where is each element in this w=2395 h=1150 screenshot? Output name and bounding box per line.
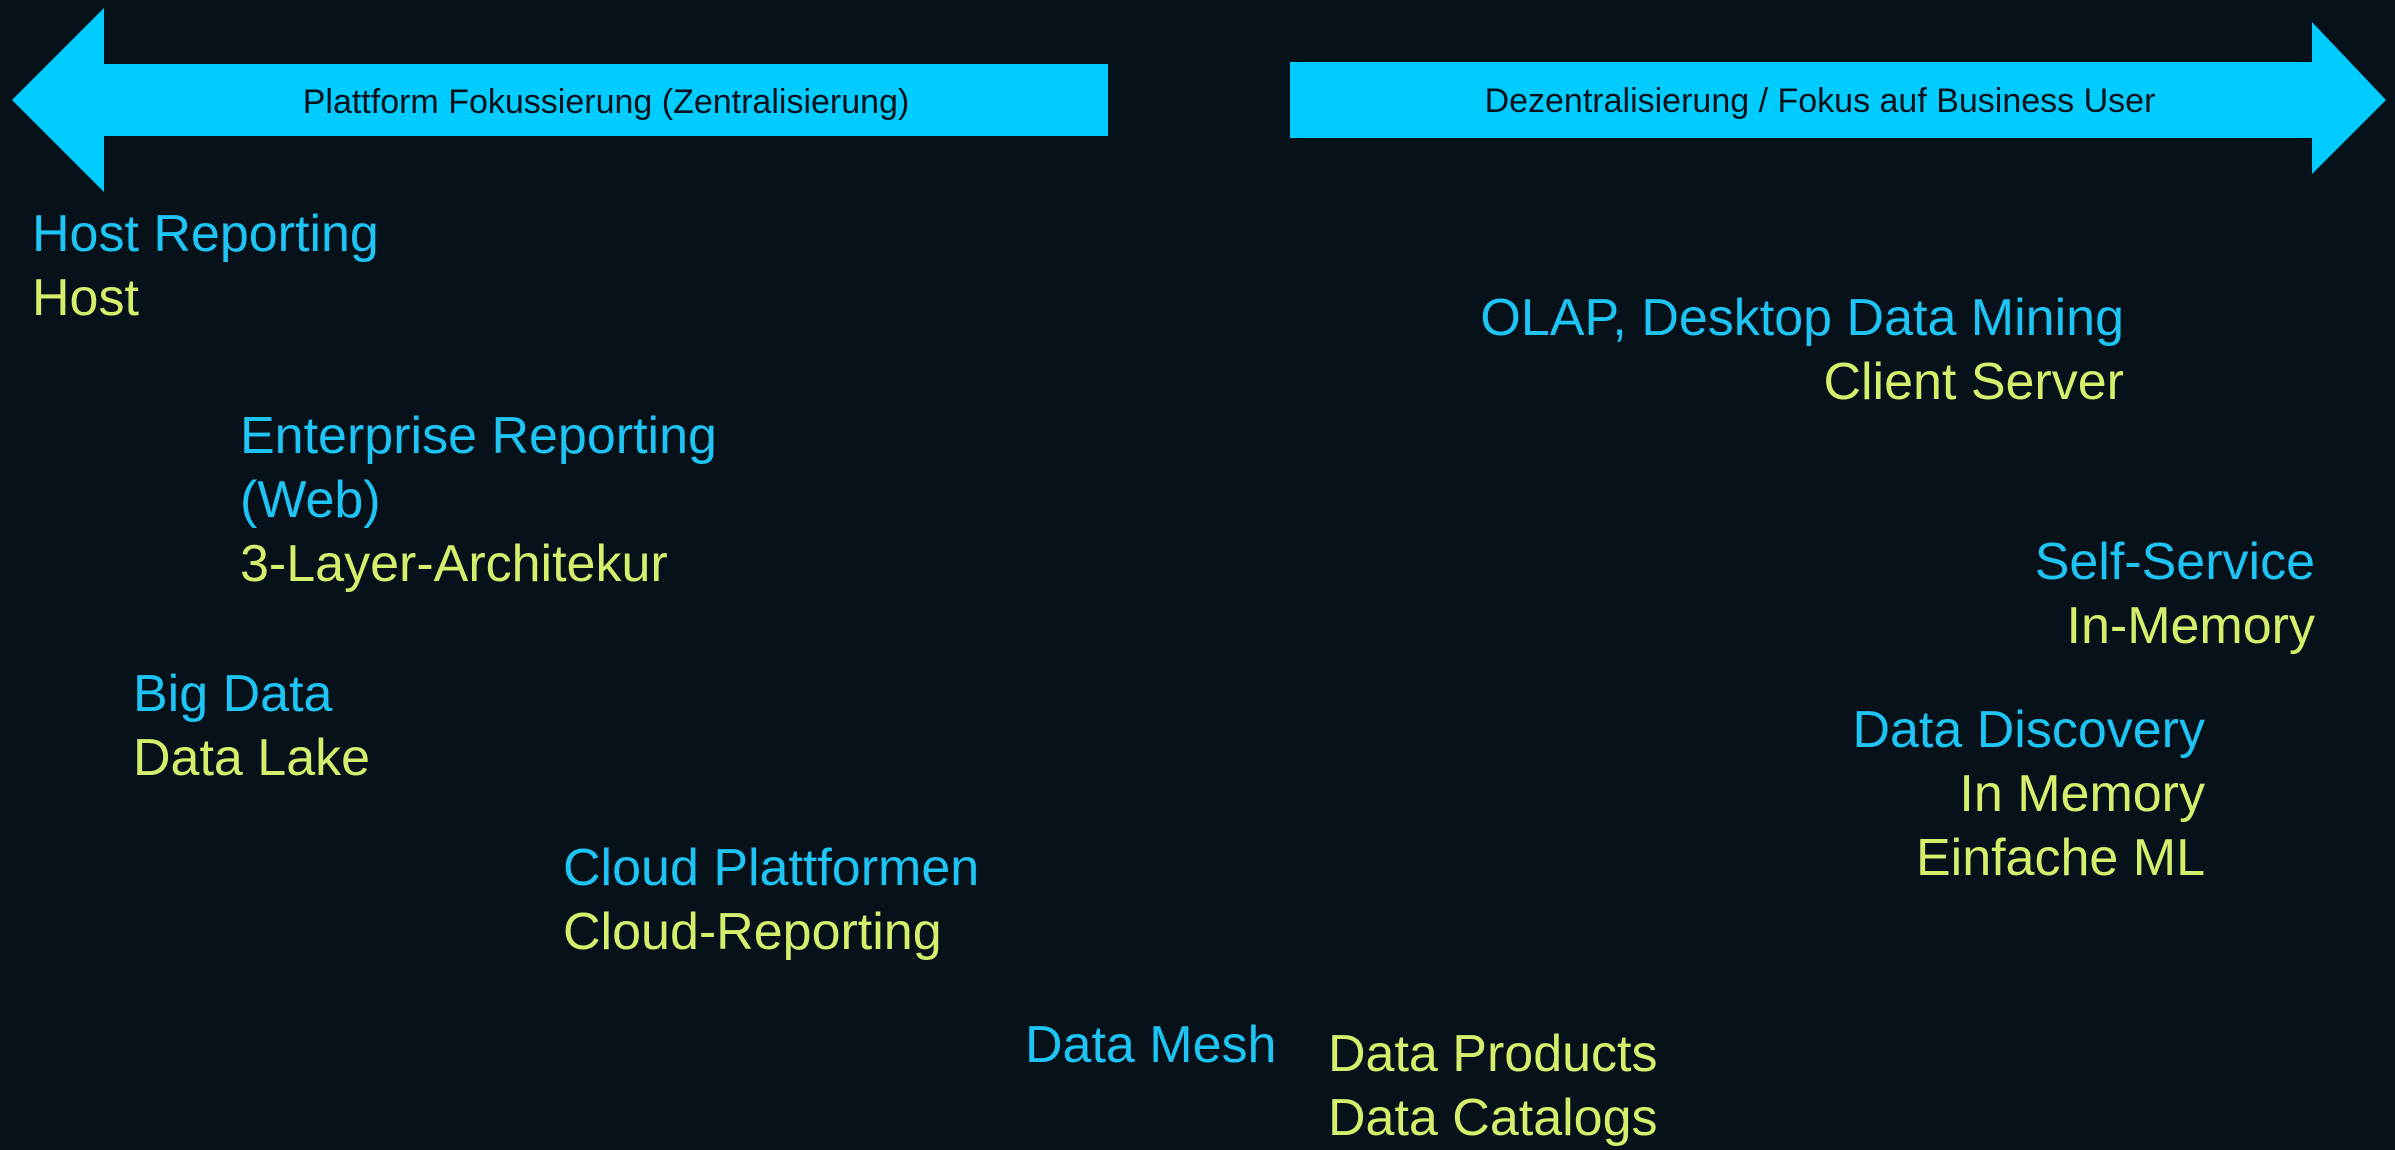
olap-sub: Client Server xyxy=(1823,353,2124,411)
data-mesh-products: Data Products Data Catalogs xyxy=(1328,1022,1658,1150)
enterprise-reporting-title-web: (Web) xyxy=(240,471,381,529)
self-service-title: Self-Service xyxy=(2034,533,2315,591)
data-mesh-title-text: Data Mesh xyxy=(1025,1016,1277,1074)
host-reporting-title: Host Reporting xyxy=(32,205,379,263)
self-service-sub: In-Memory xyxy=(2066,597,2315,655)
enterprise-reporting-title: Enterprise Reporting xyxy=(240,407,717,465)
data-products-text: Data Products xyxy=(1328,1025,1658,1083)
item-olap: OLAP, Desktop Data Mining Client Server xyxy=(1480,286,2124,414)
big-data-title: Big Data xyxy=(133,665,333,723)
left-arrow-label: Plattform Fokussierung (Zentralisierung) xyxy=(302,83,910,121)
data-mesh-title: Data Mesh xyxy=(1025,1013,1276,1077)
item-cloud-plattformen: Cloud Plattformen Cloud-Reporting xyxy=(563,836,979,964)
host-reporting-sub: Host xyxy=(32,269,139,327)
item-data-discovery: Data Discovery In Memory Einfache ML xyxy=(1852,698,2205,890)
cloud-plattformen-title: Cloud Plattformen xyxy=(563,839,980,897)
big-data-sub: Data Lake xyxy=(133,729,371,787)
data-discovery-sub2: Einfache ML xyxy=(1915,829,2205,887)
right-arrow-label: Dezentralisierung / Fokus auf Business U… xyxy=(1484,82,2156,120)
cloud-plattformen-sub: Cloud-Reporting xyxy=(563,903,942,961)
item-host-reporting: Host Reporting Host xyxy=(32,202,379,330)
olap-title: OLAP, Desktop Data Mining xyxy=(1480,289,2124,347)
data-catalogs-text: Data Catalogs xyxy=(1328,1089,1658,1147)
enterprise-reporting-sub: 3-Layer-Architekur xyxy=(240,535,668,593)
item-self-service: Self-Service In-Memory xyxy=(2035,530,2315,658)
item-enterprise-reporting: Enterprise Reporting (Web) 3-Layer-Archi… xyxy=(240,404,717,596)
data-discovery-sub1: In Memory xyxy=(1959,765,2205,823)
item-big-data: Big Data Data Lake xyxy=(133,662,370,790)
data-discovery-title: Data Discovery xyxy=(1852,701,2205,759)
